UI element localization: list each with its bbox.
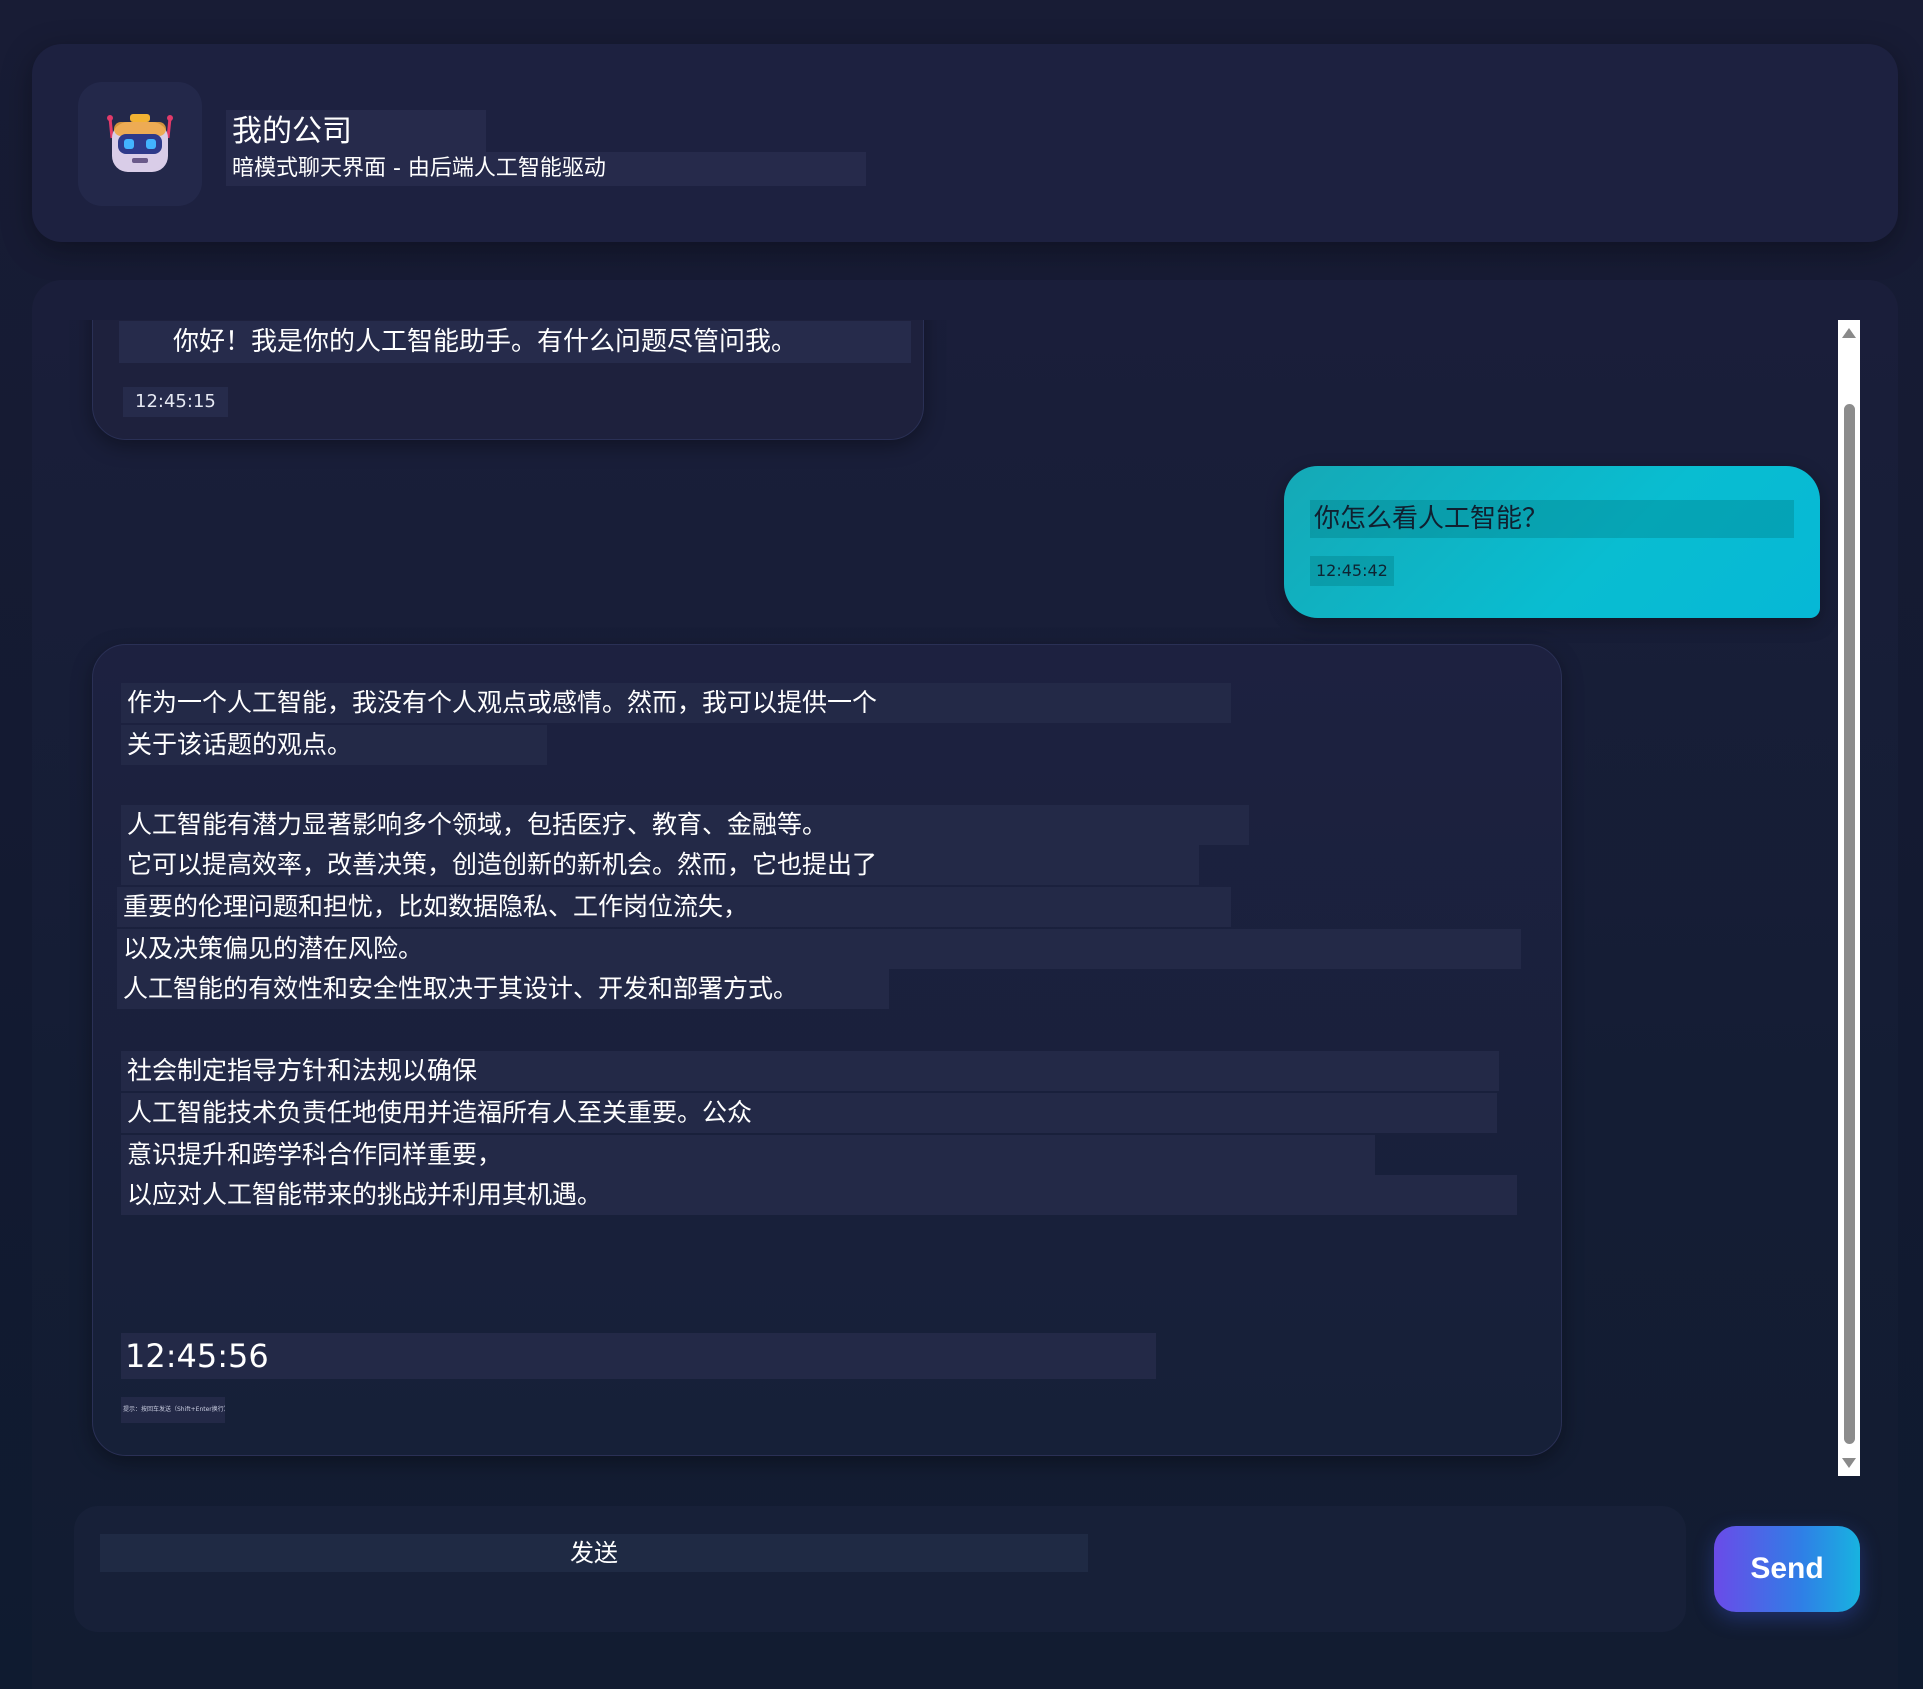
message-line: 以应对人工智能带来的挑战并利用其机遇。: [121, 1175, 1517, 1215]
message-line: 作为一个人工智能，我没有个人观点或感情。然而，我可以提供一个: [121, 683, 1231, 723]
message-line: 意识提升和跨学科合作同样重要，: [121, 1135, 1375, 1175]
message-line: 以及决策偏见的潜在风险。: [117, 929, 1521, 969]
user-message: 你怎么看人工智能？ 12:45:42: [1284, 466, 1820, 618]
message-timestamp: 12:45:56: [121, 1333, 1156, 1379]
message-timestamp: 12:45:42: [1310, 556, 1394, 586]
avatar: [78, 82, 202, 206]
app-title: 我的公司: [226, 110, 486, 154]
send-button[interactable]: Send: [1714, 1526, 1860, 1612]
message-line: 社会制定指导方针和法规以确保: [121, 1051, 1499, 1091]
header-card: 我的公司 暗模式聊天界面 - 由后端人工智能驱动: [32, 44, 1898, 242]
scroll-thumb[interactable]: [1844, 404, 1855, 1444]
message-list: 你好！我是你的人工智能助手。有什么问题尽管问我。 12:45:15 你怎么看人工…: [32, 320, 1852, 1480]
message-text: 你好！我是你的人工智能助手。有什么问题尽管问我。: [119, 321, 911, 363]
bot-message: 作为一个人工智能，我没有个人观点或感情。然而，我可以提供一个 关于该话题的观点。…: [92, 644, 1562, 1456]
message-line: 人工智能有潜力显著影响多个领域，包括医疗、教育、金融等。: [121, 805, 1249, 845]
hint-note: 提示：按回车发送（Shift+Enter换行）: [121, 1397, 225, 1423]
app-subtitle: 暗模式聊天界面 - 由后端人工智能驱动: [226, 152, 866, 186]
message-line: 它可以提高效率，改善决策，创造创新的新机会。然而，它也提出了: [121, 845, 1199, 885]
message-line: 人工智能的有效性和安全性取决于其设计、开发和部署方式。: [117, 969, 889, 1009]
composer: [74, 1506, 1686, 1632]
message-timestamp: 12:45:15: [123, 387, 228, 417]
message-scrollbar[interactable]: [1838, 320, 1860, 1476]
scroll-down-icon[interactable]: [1842, 1458, 1856, 1468]
message-text: 你怎么看人工智能？: [1310, 500, 1794, 538]
message-line: 人工智能技术负责任地使用并造福所有人至关重要。公众: [121, 1093, 1497, 1133]
chat-app: 我的公司 暗模式聊天界面 - 由后端人工智能驱动 你好！我是你的人工智能助手。有…: [0, 0, 1923, 1689]
message-line: 关于该话题的观点。: [121, 725, 547, 765]
bot-message: 你好！我是你的人工智能助手。有什么问题尽管问我。 12:45:15: [92, 320, 924, 440]
robot-icon: [107, 114, 173, 172]
message-input[interactable]: [100, 1534, 1088, 1572]
chat-panel: 你好！我是你的人工智能助手。有什么问题尽管问我。 12:45:15 你怎么看人工…: [32, 280, 1898, 1689]
scroll-up-icon[interactable]: [1842, 328, 1856, 338]
message-line: 重要的伦理问题和担忧，比如数据隐私、工作岗位流失，: [117, 887, 1231, 927]
